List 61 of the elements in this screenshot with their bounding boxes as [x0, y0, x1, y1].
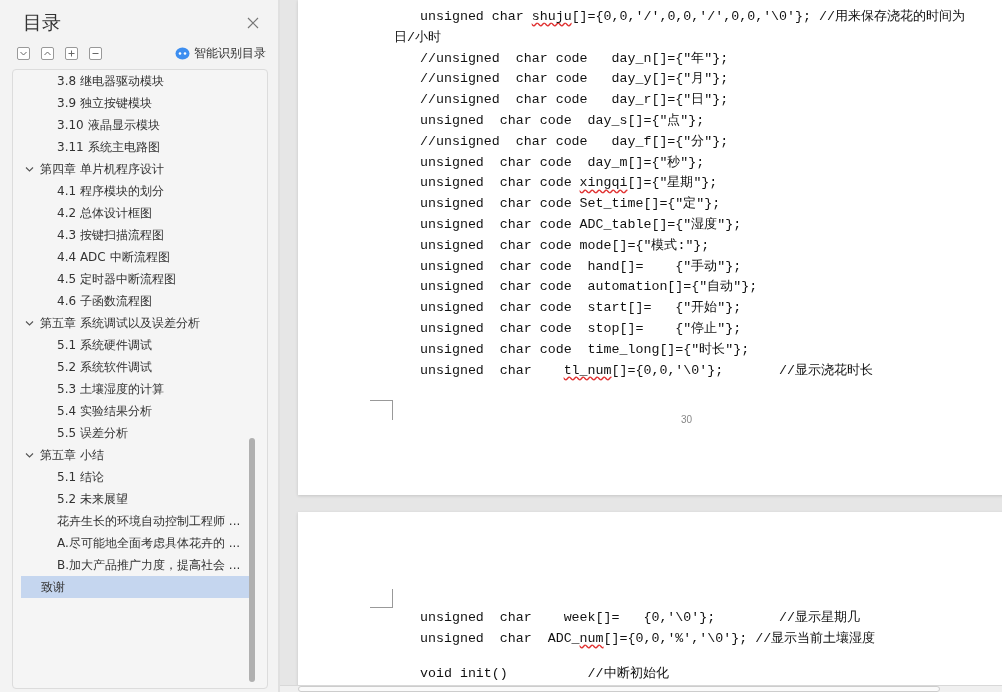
cloud-icon: [175, 47, 190, 60]
toc-item[interactable]: 3.9 独立按键模块: [57, 92, 152, 114]
toc-item[interactable]: 5.5 误差分析: [57, 422, 128, 444]
chevron-down-icon[interactable]: [25, 318, 34, 328]
code-line: unsigned char week[]= {0,'\0'}; //显示星期几: [419, 609, 861, 627]
toc-chapter[interactable]: 第五章 系统调试以及误差分析: [40, 312, 200, 334]
code-line: unsigned char code ADC_table[]={"湿度"};: [419, 215, 742, 234]
code-line: //unsigned char code day_r[]={"日"};: [419, 91, 729, 110]
code-line: unsigned char code day_m[]={"秒"};: [419, 153, 705, 172]
toc-item[interactable]: A.尽可能地全面考虑具体花卉的 ...: [57, 532, 241, 554]
toc-item[interactable]: 3.11 系统主电路图: [57, 136, 160, 158]
plus-icon[interactable]: [65, 47, 78, 60]
corner-mark: [370, 400, 393, 421]
code-line: unsigned char tl_num[]={0,0,'\0'}; //显示浇花时长: [419, 361, 874, 380]
code-line: unsigned char code stop[]= {"停止"};: [419, 319, 742, 338]
toc-item[interactable]: 3.10 液晶显示模块: [57, 114, 160, 136]
code-line: unsigned char ADC_num[]={0,0,'%','\0'}; //显示当前土壤湿度: [419, 629, 876, 648]
chevron-down-icon[interactable]: [25, 164, 34, 174]
toc-item[interactable]: 5.2 系统软件调试: [57, 356, 152, 378]
toc-chapter[interactable]: 第四章 单片机程序设计: [40, 158, 164, 180]
toc-item[interactable]: 致谢: [21, 576, 252, 598]
toc-item[interactable]: 5.1 结论: [57, 466, 104, 488]
code-line: unsigned char code hand[]= {"手动"};: [419, 257, 742, 276]
code-line: 日/小时: [394, 28, 441, 47]
corner-mark: [370, 589, 393, 608]
expand-up-icon[interactable]: [41, 47, 54, 60]
code-line: void init() //中断初始化: [419, 664, 669, 683]
code-line: unsigned char code time_long[]={"时长"};: [419, 340, 750, 359]
toc-item[interactable]: 4.3 按键扫描流程图: [57, 224, 164, 246]
horizontal-scrollbar[interactable]: [280, 685, 1002, 692]
panel-title: 目录: [23, 10, 61, 35]
scrollbar-thumb[interactable]: [249, 438, 255, 682]
close-icon[interactable]: [247, 17, 259, 29]
code-line: unsigned char code xingqi[]={"星期"};: [419, 174, 718, 193]
toc-item[interactable]: 4.4 ADC 中断流程图: [57, 246, 170, 268]
collapse-all-icon[interactable]: [17, 47, 30, 60]
toc-item[interactable]: 花卉生长的环境自动控制工程师 ...: [57, 510, 241, 532]
code-line: unsigned char shuju[]={0,0,'/',0,0,'/',0,0,'\0'}; //用来保存浇花的时间为: [419, 8, 965, 26]
code-line: unsigned char code Set_time[]={"定"};: [419, 195, 721, 214]
code-line: unsigned char code day_s[]={"点"};: [419, 112, 705, 130]
toc-item[interactable]: 4.2 总体设计框图: [57, 202, 152, 224]
code-line: //unsigned char code day_f[]={"分"};: [419, 132, 729, 151]
toc-item[interactable]: 5.1 系统硬件调试: [57, 334, 152, 356]
toc-item[interactable]: 5.3 土壤湿度的计算: [57, 378, 164, 400]
smart-toc-button[interactable]: 智能识别目录: [175, 45, 266, 62]
code-line: //unsigned char code day_y[]={"月"};: [419, 70, 729, 89]
toc-item[interactable]: 3.8 继电器驱动模块: [57, 70, 164, 92]
toc-item[interactable]: B.加大产品推广力度，提高社会 ...: [57, 554, 241, 576]
code-line: unsigned char code mode[]={"模式:"};: [419, 236, 710, 255]
toc-chapter[interactable]: 第五章 小结: [40, 444, 104, 466]
toc-item[interactable]: 4.5 定时器中断流程图: [57, 268, 176, 290]
chevron-down-icon[interactable]: [25, 450, 34, 460]
code-line: unsigned char code start[]= {"开始"};: [419, 299, 742, 318]
code-line: unsigned char code automation[]={"自动"};: [419, 278, 758, 297]
toc-item[interactable]: 4.6 子函数流程图: [57, 290, 152, 312]
toc-item[interactable]: 5.4 实验结果分析: [57, 400, 152, 422]
code-line: //unsigned char code day_n[]={"年"};: [419, 49, 729, 68]
minus-icon[interactable]: [89, 47, 102, 60]
toc-item[interactable]: 5.2 未来展望: [57, 488, 128, 510]
page-number: 30: [681, 414, 693, 426]
toc-item[interactable]: 4.1 程序模块的划分: [57, 180, 164, 202]
